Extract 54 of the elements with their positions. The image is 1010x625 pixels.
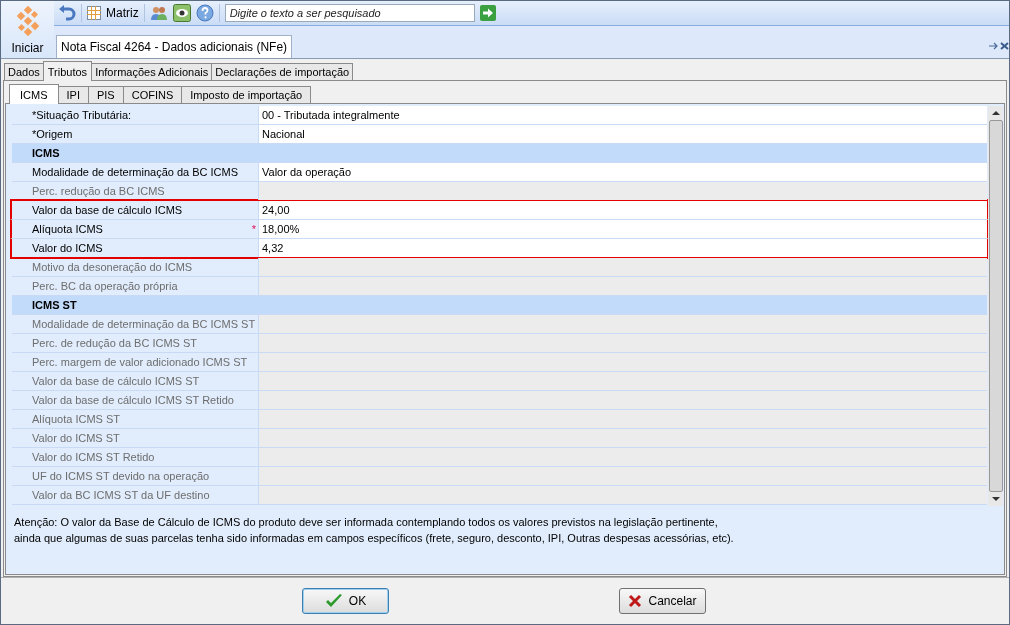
cancel-button[interactable]: Cancelar [619,588,706,614]
tab[interactable]: Informações Adicionais [91,63,213,80]
property-label: Perc. margem de valor adicionado ICMS ST [32,356,248,368]
matrix-button[interactable]: Matriz [87,6,139,20]
property-label: *Situação Tributária: [32,109,132,121]
value-cell[interactable]: 4,32 [259,239,987,257]
property-label: Alíquota ICMS ST [32,413,121,425]
note-text: Atenção: O valor da Base de Cálculo de ICMS do produto deve ser informada contemplando todos os valores previstos na legislação pertinente, ainda que algumas de suas parcelas tenha sido informadas em campos específicos (frete, seguro, desconto, IPI, Outras despesas acessórias, etc). [13,515,735,546]
property-label: Valor do ICMS ST [32,432,120,444]
checkmark-icon [324,593,343,609]
go-arrow-icon[interactable] [479,5,496,21]
help-icon[interactable] [195,4,214,22]
property-label: Motivo da desoneração do ICMS [32,261,193,273]
required-mark: * [251,223,257,235]
grid-icon [87,6,101,20]
start-button[interactable]: Iniciar [1,1,54,58]
property-label: UF do ICMS ST devido na operação [32,470,210,482]
property-label: Valor da base de cálculo ICMS ST [32,375,200,387]
section-header: ICMS [31,146,60,161]
tab[interactable]: IPI [57,86,89,103]
tab[interactable]: ICMS [9,84,59,104]
property-label: Valor do ICMS [32,242,103,254]
property-label: Perc. redução da BC ICMS [32,185,165,197]
ok-button[interactable]: OK [302,588,389,614]
property-label: Perc. BC da operação própria [32,280,178,292]
property-label: Modalidade de determinação da BC ICMS [32,166,239,178]
property-label: Valor da BC ICMS ST da UF destino [32,489,210,501]
value-cell[interactable]: Nacional [259,125,987,143]
property-label: Valor da base de cálculo ICMS [32,204,183,216]
property-label: Valor do ICMS ST Retido [32,451,155,463]
tab[interactable]: Tributos [42,61,93,81]
value-cell[interactable]: Valor da operação [259,163,987,181]
property-label: Perc. de redução da BC ICMS ST [32,337,198,349]
document-tab[interactable]: Nota Fiscal 4264 - Dados adicionais (NFe) [56,35,293,58]
tab[interactable]: Dados [4,63,44,80]
value-cell[interactable]: 18,00% [259,220,987,238]
pin-arrow-icon[interactable] [989,42,999,50]
value-cell[interactable]: 24,00 [259,201,987,219]
undo-icon[interactable] [58,5,76,21]
property-label: Alíquota ICMS [32,223,103,235]
tab[interactable]: COFINS [122,86,183,103]
value-cell[interactable]: 00 - Tributada integralmente [259,106,987,124]
tab[interactable]: Declarações de importação [211,63,354,80]
tab[interactable]: PIS [87,86,124,103]
x-icon [628,594,643,608]
scrollbar[interactable] [988,106,1003,506]
property-label: *Origem [32,128,73,140]
property-label: Modalidade de determinação da BC ICMS ST [32,318,256,330]
property-label: Valor da base de cálculo ICMS ST Retido [32,394,234,406]
eye-icon[interactable] [172,4,191,22]
search-field[interactable]: Digite o texto a ser pesquisado [224,4,475,22]
section-header: ICMS ST [31,298,77,313]
close-icon[interactable] [1000,42,1009,50]
tab[interactable]: Imposto de importação [181,86,312,103]
